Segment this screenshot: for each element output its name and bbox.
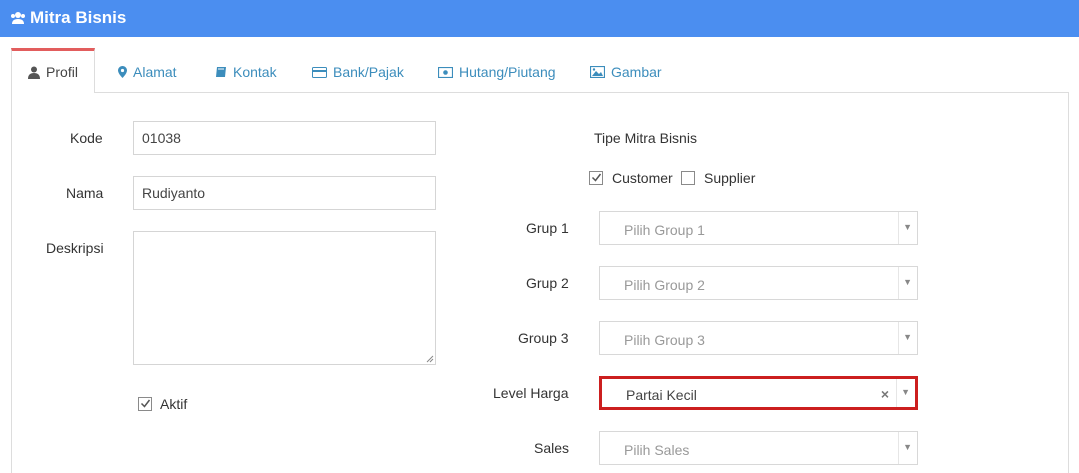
- user-icon: [28, 66, 41, 79]
- tab-profil[interactable]: Profil: [11, 48, 95, 93]
- tipe-mitra-label: Tipe Mitra Bisnis: [594, 130, 697, 146]
- level-harga-select[interactable]: Partai Kecil × ▼: [599, 376, 918, 410]
- tab-alamat[interactable]: Alamat: [118, 62, 177, 82]
- tab-kontak[interactable]: Kontak: [215, 62, 277, 82]
- group3-select[interactable]: Pilih Group 3 ▼: [599, 321, 918, 355]
- map-marker-icon: [118, 66, 127, 78]
- tab-label: Kontak: [233, 64, 277, 80]
- nama-label: Nama: [66, 185, 104, 201]
- tab-label: Bank/Pajak: [333, 64, 404, 80]
- resize-handle-icon[interactable]: [425, 354, 434, 363]
- deskripsi-textarea[interactable]: [133, 231, 436, 365]
- level-harga-label: Level Harga: [493, 385, 569, 401]
- aktif-label: Aktif: [160, 396, 188, 412]
- tab-label: Gambar: [611, 64, 662, 80]
- tab-gambar[interactable]: Gambar: [590, 62, 662, 82]
- sales-label: Sales: [534, 440, 570, 456]
- grup1-placeholder: Pilih Group 1: [624, 222, 705, 238]
- kode-label: Kode: [70, 130, 103, 146]
- app-header: Mitra Bisnis: [0, 0, 1079, 37]
- sales-placeholder: Pilih Sales: [624, 442, 690, 458]
- tabs-divider: [11, 92, 1068, 93]
- tab-label: Hutang/Piutang: [459, 64, 556, 80]
- tab-bank-pajak[interactable]: Bank/Pajak: [312, 62, 404, 82]
- customer-label: Customer: [612, 170, 673, 186]
- money-icon: [438, 66, 453, 78]
- select-divider: [898, 322, 899, 354]
- aktif-checkbox[interactable]: [138, 397, 152, 411]
- grup2-label: Grup 2: [526, 275, 569, 291]
- check-icon: [591, 173, 602, 182]
- check-icon: [140, 399, 151, 408]
- supplier-label: Supplier: [704, 170, 756, 186]
- grup2-select[interactable]: Pilih Group 2 ▼: [599, 266, 918, 300]
- select-divider: [898, 212, 899, 244]
- chevron-down-icon[interactable]: ▼: [903, 332, 912, 342]
- grup1-select[interactable]: Pilih Group 1 ▼: [599, 211, 918, 245]
- customer-checkbox[interactable]: [589, 171, 603, 185]
- nama-field[interactable]: Rudiyanto: [133, 176, 436, 210]
- supplier-checkbox[interactable]: [681, 171, 695, 185]
- grup1-label: Grup 1: [526, 220, 569, 236]
- users-icon: [11, 12, 25, 24]
- image-icon: [590, 66, 605, 78]
- select-divider: [898, 432, 899, 464]
- level-harga-value: Partai Kecil: [626, 387, 697, 403]
- group3-placeholder: Pilih Group 3: [624, 332, 705, 348]
- grup2-placeholder: Pilih Group 2: [624, 277, 705, 293]
- chevron-down-icon[interactable]: ▼: [903, 277, 912, 287]
- tab-label: Profil: [46, 64, 78, 80]
- select-divider: [896, 379, 897, 407]
- tab-label: Alamat: [133, 64, 177, 80]
- chevron-down-icon[interactable]: ▼: [903, 222, 912, 232]
- credit-card-icon: [312, 66, 327, 78]
- clear-icon[interactable]: ×: [881, 386, 889, 402]
- tab-hutang-piutang[interactable]: Hutang/Piutang: [438, 62, 556, 82]
- chevron-down-icon[interactable]: ▼: [901, 387, 910, 397]
- chevron-down-icon[interactable]: ▼: [903, 442, 912, 452]
- group3-label: Group 3: [518, 330, 569, 346]
- deskripsi-label: Deskripsi: [46, 240, 104, 256]
- kode-field[interactable]: 01038: [133, 121, 436, 155]
- page-title: Mitra Bisnis: [30, 8, 127, 27]
- book-icon: [216, 67, 226, 77]
- sales-select[interactable]: Pilih Sales ▼: [599, 431, 918, 465]
- select-divider: [898, 267, 899, 299]
